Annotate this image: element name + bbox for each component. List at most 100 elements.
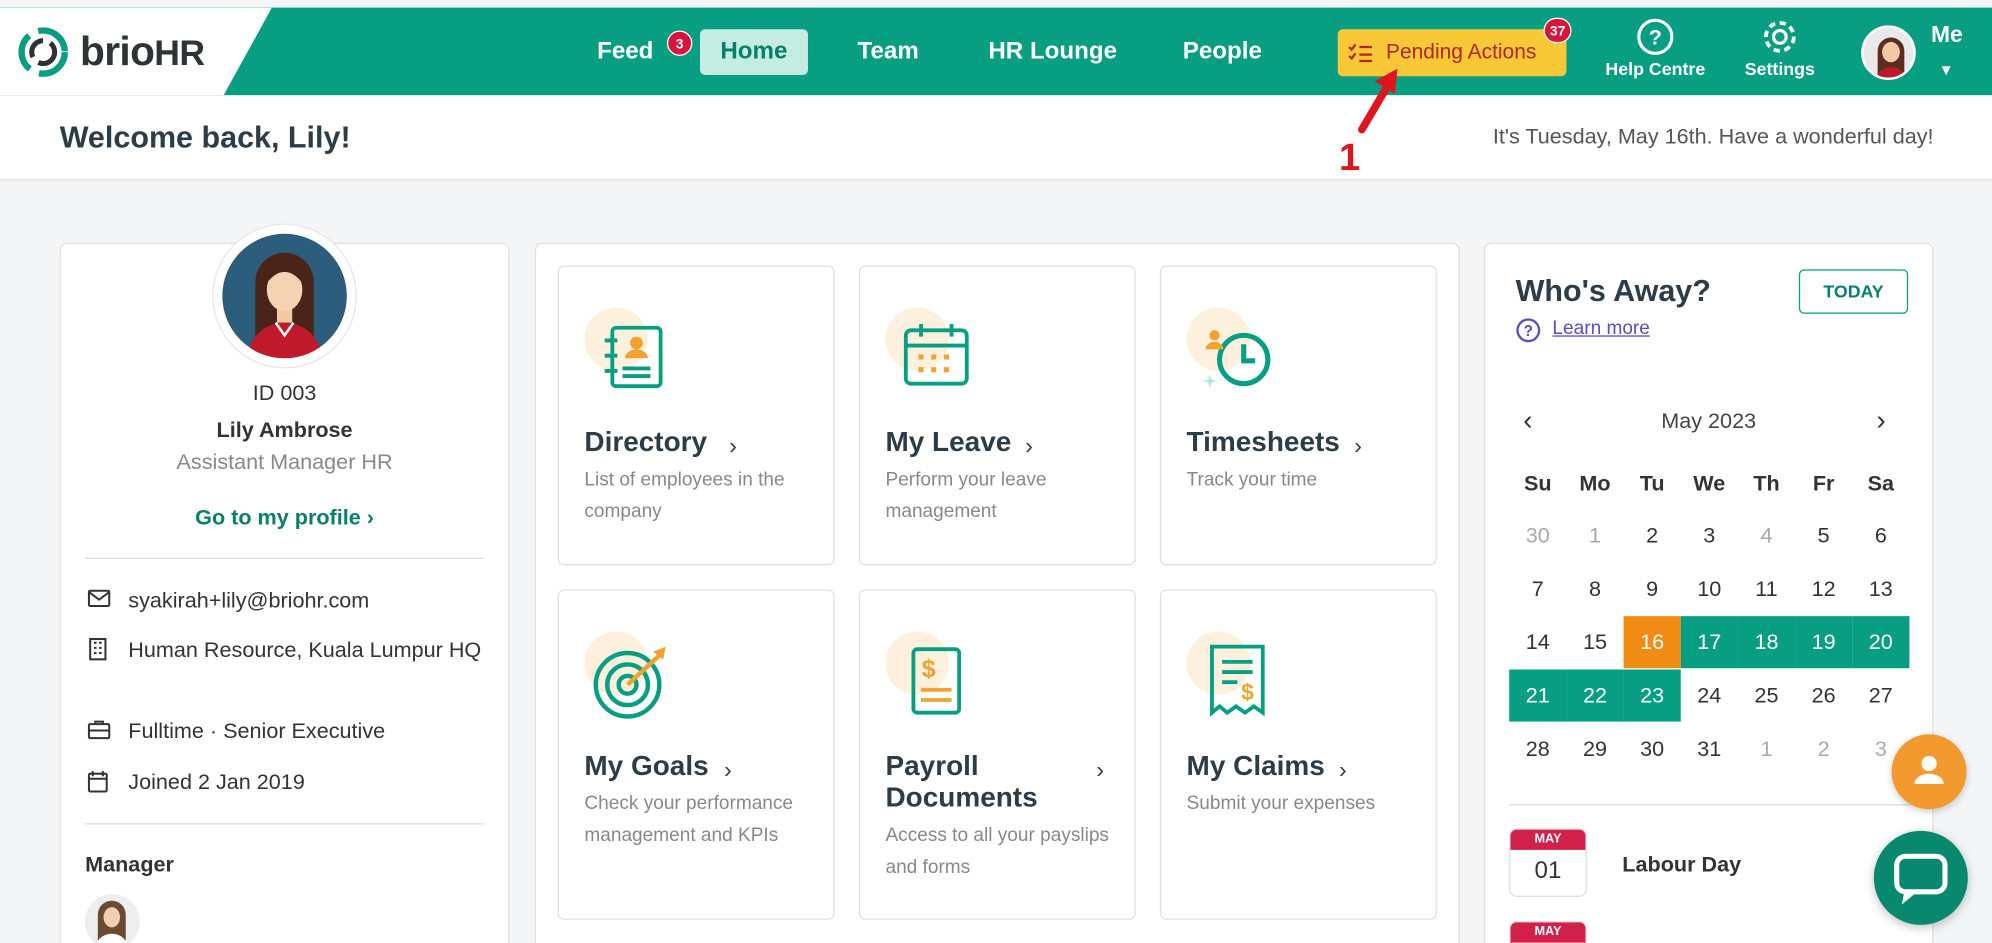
- tile-directory[interactable]: Directory › List of employees in the com…: [557, 265, 835, 566]
- help-centre-button[interactable]: ? Help Centre: [1603, 18, 1707, 79]
- profile-avatar: [212, 223, 357, 369]
- logo-area[interactable]: brioHR: [0, 7, 272, 96]
- employee-name: Lily Ambrose: [216, 417, 353, 443]
- chevron-right-icon: ›: [1354, 433, 1362, 459]
- svg-text:$: $: [922, 655, 936, 683]
- calendar-day[interactable]: 14: [1509, 616, 1566, 668]
- holiday-month: MAY: [1510, 922, 1586, 943]
- calendar-day[interactable]: 21: [1509, 669, 1567, 722]
- tile-title: Directory: [584, 425, 708, 458]
- weekday-header: Mo: [1579, 471, 1611, 496]
- nav-people[interactable]: People: [1162, 29, 1282, 75]
- calendar-day[interactable]: 23: [1623, 669, 1681, 722]
- settings-label: Settings: [1744, 58, 1815, 79]
- calendar-day[interactable]: 22: [1566, 669, 1624, 722]
- profile-joined-row: Joined 2 Jan 2019: [85, 766, 485, 798]
- tile-title: Payroll Documents: [885, 749, 1038, 814]
- calendar-day[interactable]: 1: [1738, 723, 1795, 775]
- calendar-day[interactable]: 10: [1681, 563, 1738, 615]
- divider: [1509, 804, 1911, 806]
- calendar-day[interactable]: 26: [1795, 670, 1852, 722]
- settings-button[interactable]: Settings: [1739, 18, 1820, 79]
- calendar-day[interactable]: 13: [1852, 563, 1909, 615]
- tile-payroll-documents[interactable]: $ Payroll Documents › Access to all your…: [858, 589, 1136, 920]
- profile-card: ID 003 Lily Ambrose Assistant Manager HR…: [59, 223, 510, 943]
- weekday-header: Fr: [1812, 471, 1835, 496]
- tile-my-claims[interactable]: $ My Claims › Submit your expenses: [1159, 589, 1437, 920]
- calendar-day[interactable]: 19: [1795, 616, 1853, 669]
- calendar-day[interactable]: 25: [1738, 670, 1795, 722]
- calendar-day[interactable]: 24: [1681, 670, 1738, 722]
- weekday-header: Su: [1524, 471, 1552, 496]
- calendar-day[interactable]: 27: [1852, 670, 1909, 722]
- chevron-right-icon: ›: [366, 505, 374, 530]
- date-message: It's Tuesday, May 16th. Have a wonderful…: [1492, 124, 1934, 149]
- tile-my-leave[interactable]: My Leave › Perform your leave management: [858, 265, 1136, 566]
- calendar-day[interactable]: 31: [1681, 723, 1738, 775]
- manager-avatar[interactable]: [85, 894, 140, 943]
- welcome-title: Welcome back, Lily!: [59, 120, 351, 155]
- profile-avatar-image-icon: [247, 252, 322, 359]
- calendar-day[interactable]: 2: [1624, 509, 1681, 561]
- chevron-right-icon[interactable]: ›: [1876, 404, 1885, 437]
- whos-away-title: Who's Away?: [1515, 274, 1711, 309]
- calendar-day[interactable]: 2: [1795, 723, 1852, 775]
- calendar-icon: [87, 771, 108, 793]
- calendar-day[interactable]: 30: [1624, 723, 1681, 775]
- manager-label: Manager: [85, 852, 174, 877]
- chevron-down-icon[interactable]: ▼: [1939, 61, 1954, 79]
- calendar-day[interactable]: 4: [1738, 509, 1795, 561]
- svg-text:?: ?: [1524, 323, 1533, 340]
- calendar-day[interactable]: 11: [1738, 563, 1795, 615]
- today-button[interactable]: TODAY: [1798, 269, 1909, 314]
- tile-my-goals[interactable]: My Goals › Check your performance manage…: [557, 589, 835, 920]
- calendar-day[interactable]: 7: [1509, 563, 1566, 615]
- nav-home[interactable]: Home: [699, 29, 808, 75]
- tile-title: My Goals: [584, 749, 709, 782]
- calendar-day[interactable]: 16: [1623, 616, 1681, 669]
- weekday-header: Th: [1753, 471, 1780, 496]
- me-menu-label[interactable]: Me: [1931, 22, 1963, 49]
- go-to-profile-link[interactable]: Go to my profile ›: [61, 506, 508, 531]
- calendar-day[interactable]: 8: [1566, 563, 1623, 615]
- chat-fab-button[interactable]: [1873, 830, 1968, 925]
- calendar-day[interactable]: 30: [1509, 509, 1566, 561]
- calendar-day[interactable]: 1: [1566, 509, 1623, 561]
- chevron-right-icon: ›: [729, 433, 737, 459]
- calendar-day[interactable]: 28: [1509, 723, 1566, 775]
- calendar-month: May 2023: [1661, 409, 1757, 434]
- calendar-day[interactable]: 20: [1852, 616, 1910, 669]
- pending-actions-badge: 37: [1543, 17, 1572, 44]
- chevron-right-icon: ›: [1025, 433, 1033, 459]
- weekday-header: Sa: [1867, 471, 1895, 496]
- calendar-day[interactable]: 12: [1795, 563, 1852, 615]
- tile-timesheets[interactable]: Timesheets › Track your time: [1159, 265, 1437, 566]
- directory-icon: [604, 325, 663, 389]
- calendar-day[interactable]: 18: [1737, 616, 1796, 669]
- nav-hr-lounge[interactable]: HR Lounge: [968, 29, 1137, 75]
- top-navbar: brioHR Feed 3 Home Team HR Lounge People…: [0, 7, 1992, 96]
- clock-icon: [1203, 330, 1271, 388]
- calendar-day[interactable]: 9: [1624, 563, 1681, 615]
- manager-avatar-image-icon: [85, 894, 140, 943]
- annotation-arrow-icon: [1358, 68, 1398, 134]
- tile-description: Track your time: [1186, 468, 1318, 491]
- calendar-day[interactable]: 6: [1852, 509, 1909, 561]
- chevron-right-icon: ›: [724, 757, 732, 783]
- holiday-month: MAY: [1510, 829, 1586, 850]
- calendar-day[interactable]: 15: [1566, 616, 1623, 668]
- nav-team[interactable]: Team: [837, 29, 939, 75]
- people-fab-button[interactable]: [1891, 734, 1967, 810]
- nav-feed[interactable]: Feed: [577, 29, 674, 75]
- calendar-day[interactable]: 29: [1566, 723, 1623, 775]
- weekday-header: We: [1693, 471, 1726, 496]
- feed-badge: 3: [666, 30, 693, 56]
- profile-department-row: Human Resource, Kuala Lumpur HQ: [85, 634, 485, 666]
- calendar-day[interactable]: 17: [1680, 616, 1738, 669]
- learn-more-link[interactable]: Learn more: [1552, 318, 1649, 340]
- holiday-date-badge: MAY: [1509, 921, 1587, 943]
- calendar-day[interactable]: 3: [1681, 509, 1738, 561]
- chat-bubble-icon: [1894, 853, 1948, 905]
- calendar-day[interactable]: 5: [1795, 509, 1852, 561]
- user-avatar[interactable]: [1861, 25, 1916, 81]
